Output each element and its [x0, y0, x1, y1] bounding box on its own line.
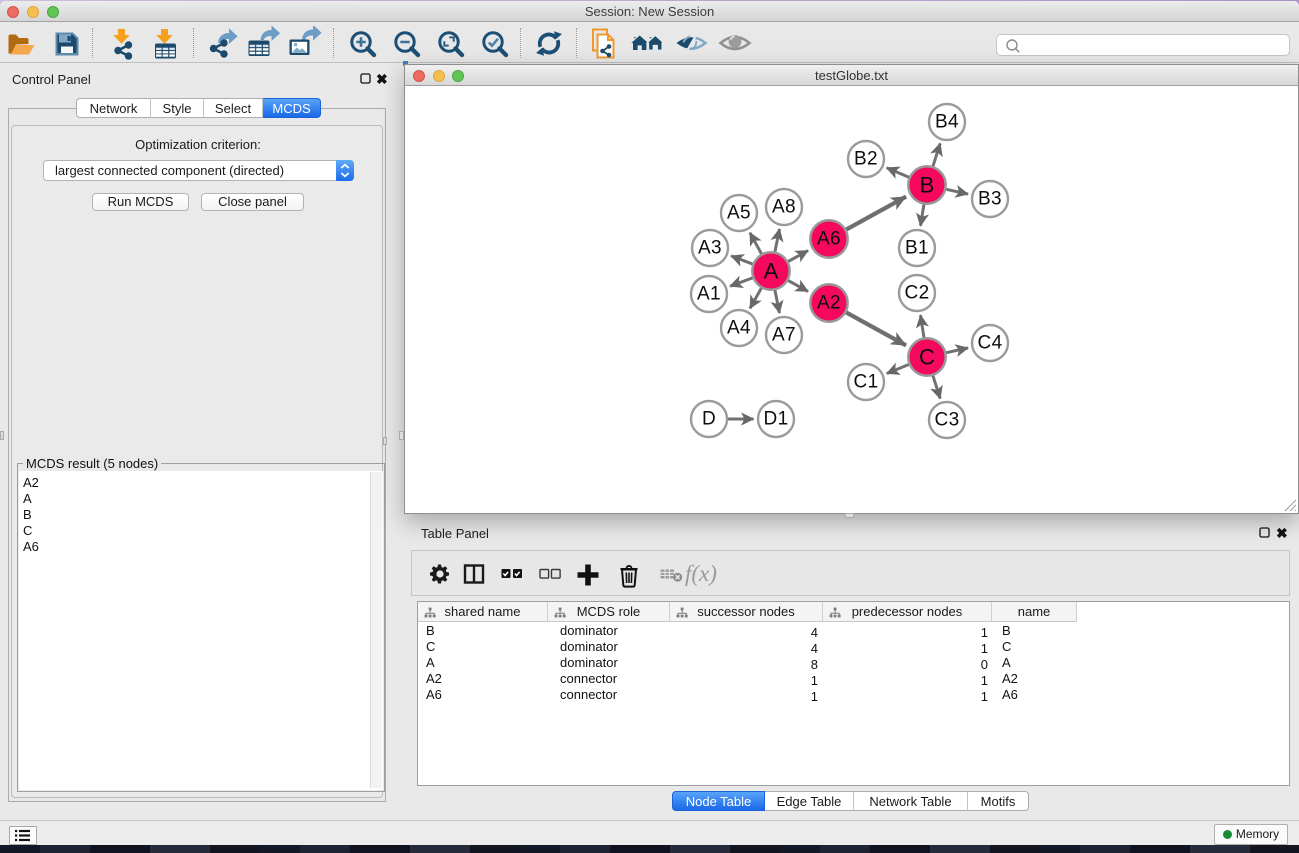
svg-text:A: A — [764, 259, 779, 284]
svg-text:B2: B2 — [854, 149, 878, 170]
svg-text:A3: A3 — [698, 238, 722, 259]
svg-text:B4: B4 — [935, 112, 959, 133]
svg-text:B1: B1 — [905, 238, 929, 259]
svg-text:D1: D1 — [763, 409, 788, 430]
svg-text:B3: B3 — [978, 189, 1002, 210]
svg-text:A1: A1 — [697, 284, 721, 305]
svg-text:C3: C3 — [934, 410, 959, 431]
svg-text:A4: A4 — [727, 318, 751, 339]
svg-text:C: C — [919, 345, 935, 370]
svg-text:C1: C1 — [853, 372, 878, 393]
svg-text:A8: A8 — [772, 197, 796, 218]
svg-text:A2: A2 — [817, 293, 841, 314]
svg-text:A7: A7 — [772, 325, 796, 346]
svg-text:B: B — [920, 173, 935, 198]
svg-text:C2: C2 — [904, 283, 929, 304]
svg-text:A6: A6 — [817, 229, 841, 250]
svg-text:D: D — [702, 409, 716, 430]
svg-text:A5: A5 — [727, 203, 751, 224]
svg-text:C4: C4 — [977, 333, 1002, 354]
